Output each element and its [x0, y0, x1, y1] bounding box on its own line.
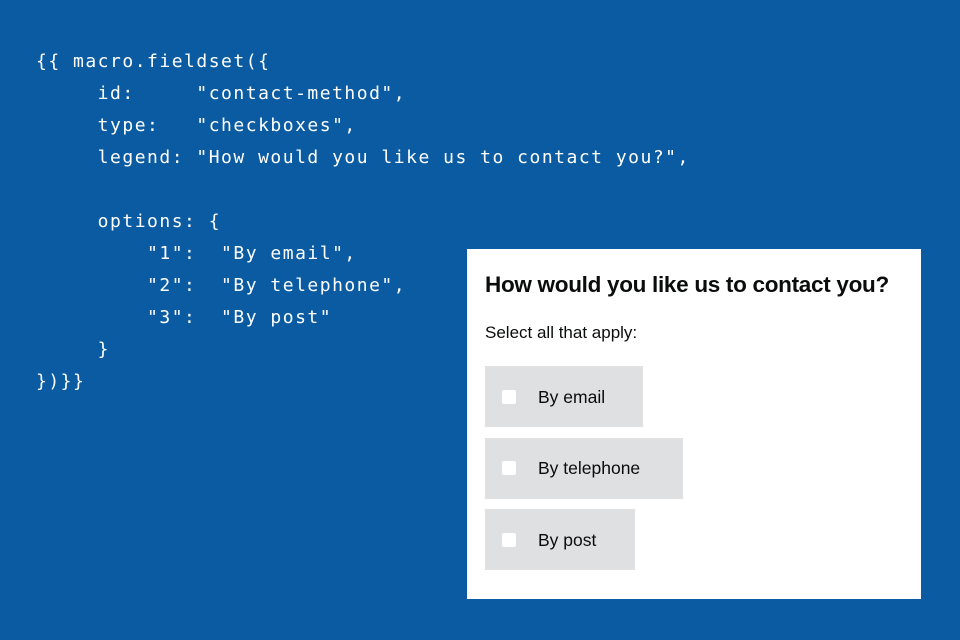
form-preview-panel: How would you like us to contact you? Se…	[467, 249, 921, 599]
code-line: type: "checkboxes",	[36, 115, 357, 136]
code-line: legend: "How would you like us to contac…	[36, 147, 690, 168]
fieldset-legend: How would you like us to contact you?	[485, 272, 889, 297]
checkbox-post[interactable]	[502, 532, 516, 547]
checkbox-telephone[interactable]	[502, 461, 516, 475]
code-line: id: "contact-method",	[36, 83, 407, 104]
checkbox-email[interactable]	[502, 389, 516, 404]
option-label: By post	[538, 529, 597, 550]
code-line: options: {	[36, 211, 222, 232]
checkbox-option-telephone[interactable]: By telephone	[485, 437, 683, 499]
code-line: {{ macro.fieldset({	[36, 51, 271, 72]
option-label: By telephone	[538, 458, 641, 478]
option-label: By email	[538, 386, 606, 407]
hint-text: Select all that apply:	[485, 323, 638, 342]
checkbox-option-email[interactable]: By email	[485, 366, 643, 427]
checkbox-option-post[interactable]: By post	[485, 509, 635, 570]
